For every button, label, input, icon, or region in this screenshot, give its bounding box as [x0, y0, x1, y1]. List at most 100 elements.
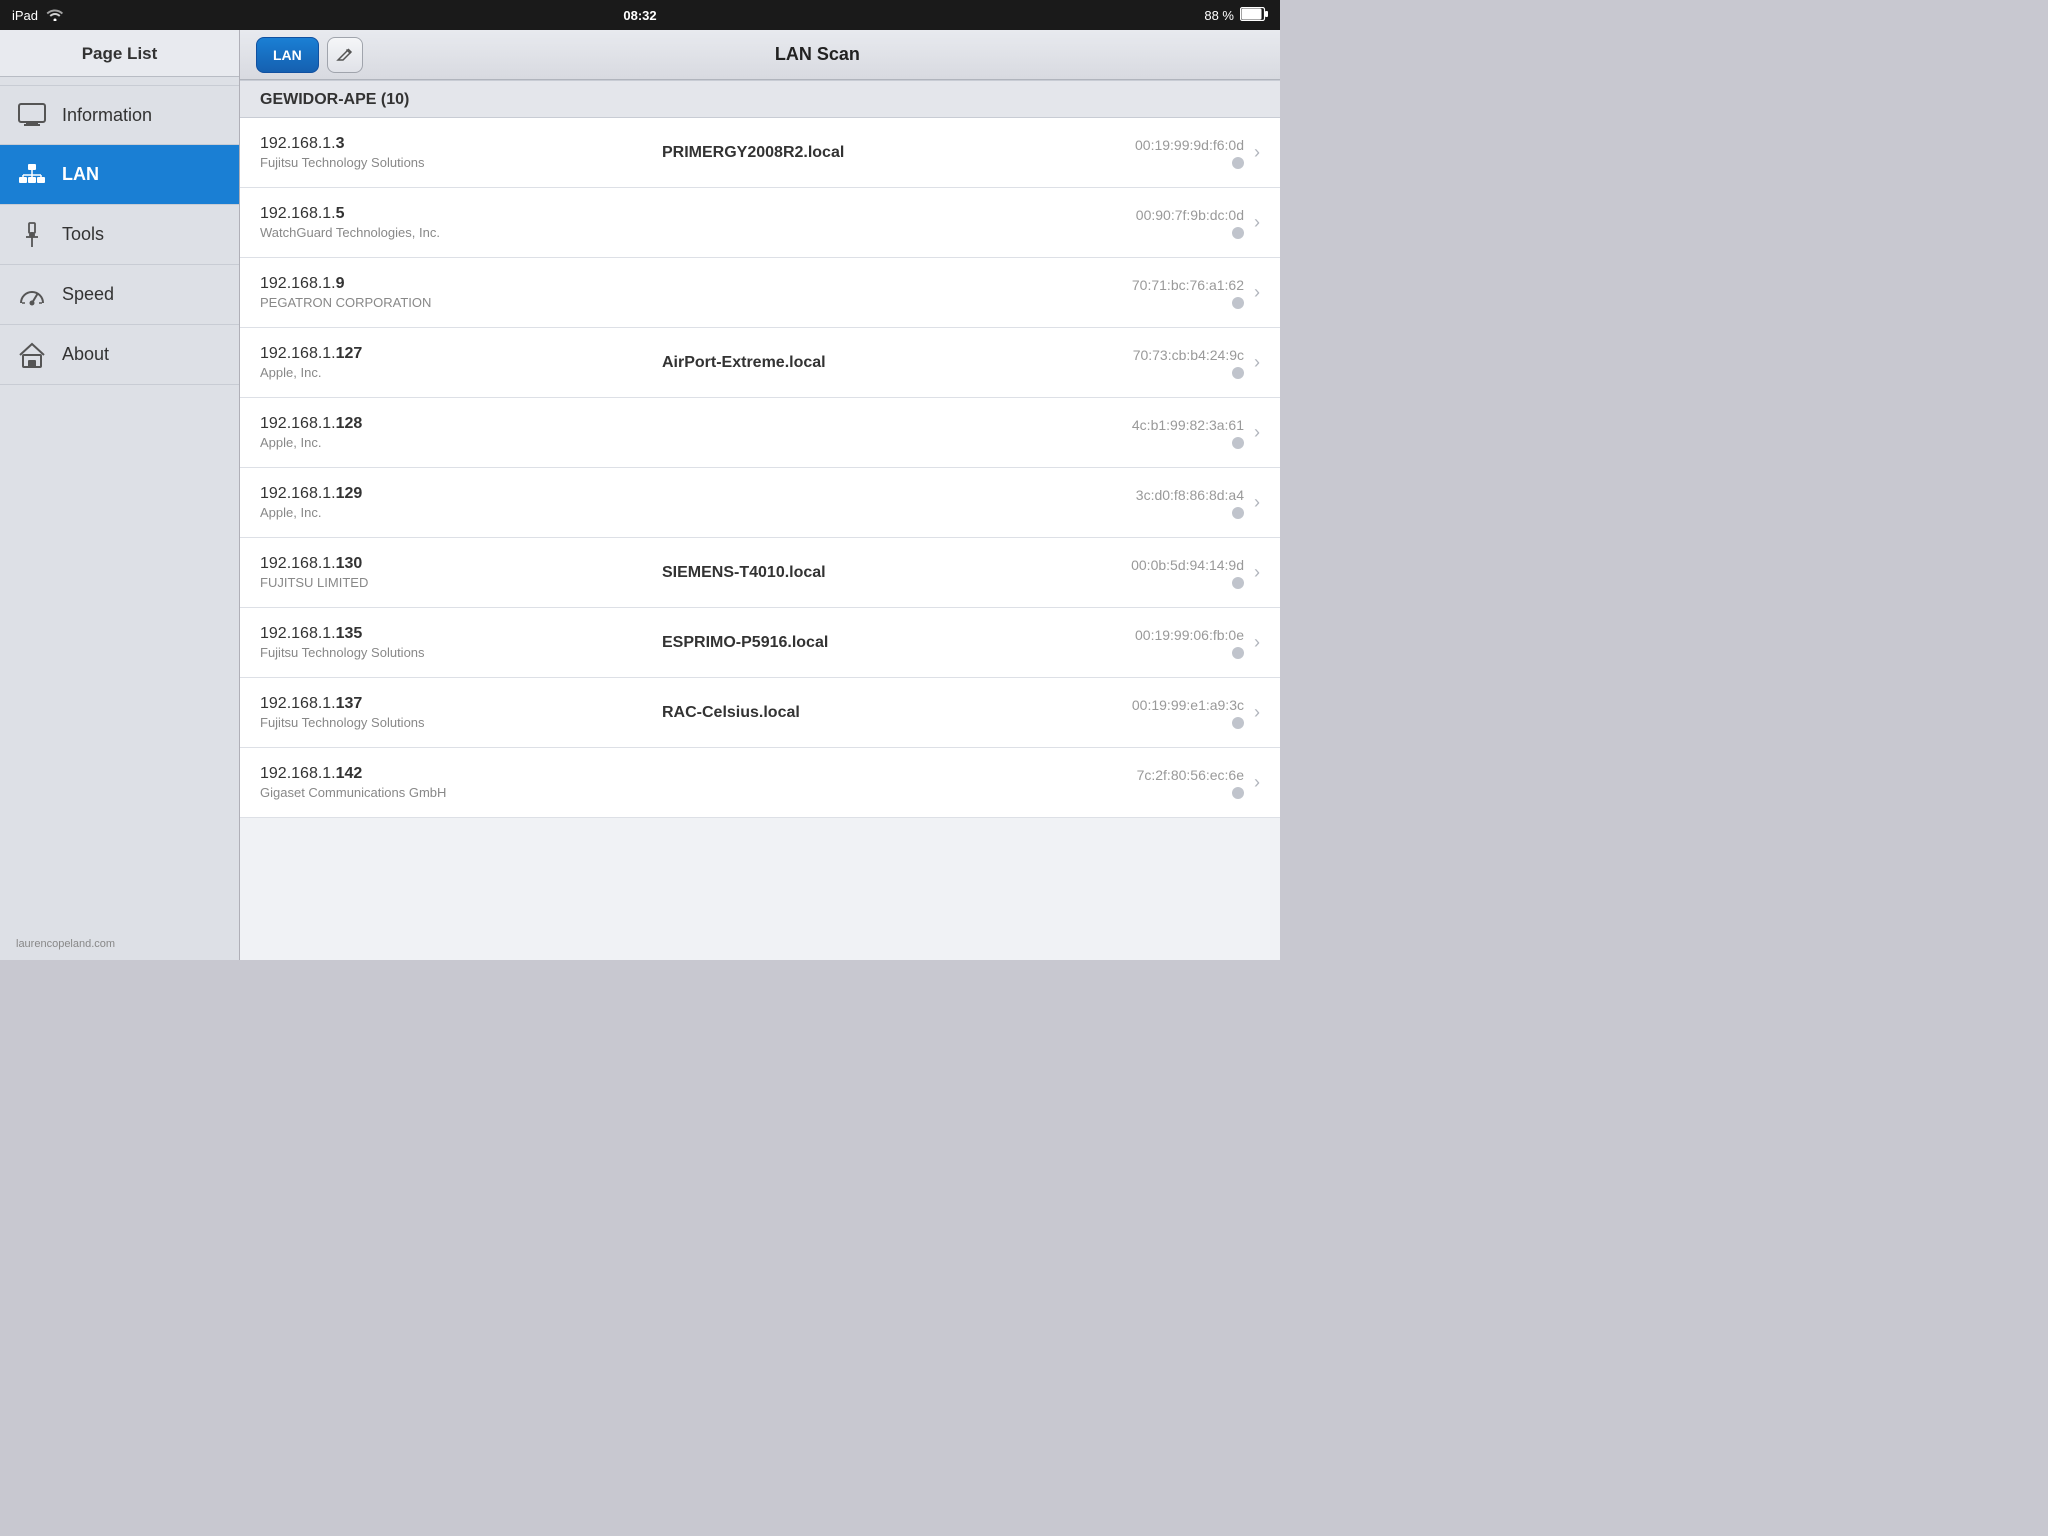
device-list[interactable]: GEWIDOR-APE (10) 192.168.1.3 Fujitsu Tec…	[240, 80, 1280, 960]
table-row[interactable]: 192.168.1.142 Gigaset Communications Gmb…	[240, 748, 1280, 818]
app-container: Page List Information	[0, 30, 1280, 960]
device-mac: 00:19:99:06:fb:0e	[1135, 627, 1244, 643]
device-vendor: WatchGuard Technologies, Inc.	[260, 225, 642, 240]
sidebar-item-about[interactable]: About	[0, 325, 239, 385]
section-header: GEWIDOR-APE (10)	[240, 80, 1280, 118]
status-right: 88 %	[1204, 7, 1268, 24]
device-mac-area: 4c:b1:99:82:3a:61	[1064, 417, 1244, 449]
sidebar-item-speed[interactable]: Speed	[0, 265, 239, 325]
chevron-right-icon: ›	[1254, 772, 1260, 793]
device-status-dot	[1232, 297, 1244, 309]
lan-icon	[16, 159, 48, 191]
toolbar-title: LAN Scan	[371, 44, 1264, 65]
table-row[interactable]: 192.168.1.127 Apple, Inc. AirPort-Extrem…	[240, 328, 1280, 398]
ip-base: 192.168.1.	[260, 275, 336, 292]
ip-base: 192.168.1.	[260, 625, 336, 642]
chevron-right-icon: ›	[1254, 282, 1260, 303]
device-status-dot	[1232, 507, 1244, 519]
device-mac-area: 00:0b:5d:94:14:9d	[1064, 557, 1244, 589]
device-vendor: Apple, Inc.	[260, 365, 642, 380]
device-mac: 70:71:bc:76:a1:62	[1132, 277, 1244, 293]
sidebar-nav: Information L	[0, 77, 239, 928]
ip-end: 9	[336, 275, 345, 292]
device-mac-area: 00:19:99:9d:f6:0d	[1064, 137, 1244, 169]
device-mac: 00:19:99:9d:f6:0d	[1135, 137, 1244, 153]
device-status-dot	[1232, 437, 1244, 449]
device-ip: 192.168.1.135	[260, 625, 642, 643]
chevron-right-icon: ›	[1254, 422, 1260, 443]
device-vendor: Apple, Inc.	[260, 505, 642, 520]
device-vendor: FUJITSU LIMITED	[260, 575, 642, 590]
monitor-icon	[16, 99, 48, 131]
table-row[interactable]: 192.168.1.9 PEGATRON CORPORATION 70:71:b…	[240, 258, 1280, 328]
tools-icon	[16, 219, 48, 251]
edit-button[interactable]	[327, 37, 363, 73]
device-info: 192.168.1.135 Fujitsu Technology Solutio…	[260, 625, 642, 660]
ip-base: 192.168.1.	[260, 345, 336, 362]
device-vendor: Gigaset Communications GmbH	[260, 785, 642, 800]
sidebar-item-lan[interactable]: LAN	[0, 145, 239, 205]
table-row[interactable]: 192.168.1.130 FUJITSU LIMITED SIEMENS-T4…	[240, 538, 1280, 608]
speed-icon	[16, 279, 48, 311]
device-ip: 192.168.1.127	[260, 345, 642, 363]
table-row[interactable]: 192.168.1.128 Apple, Inc. 4c:b1:99:82:3a…	[240, 398, 1280, 468]
sidebar-item-tools[interactable]: Tools	[0, 205, 239, 265]
status-time: 08:32	[623, 8, 656, 23]
ip-end: 137	[336, 695, 363, 712]
status-bar: iPad 08:32 88 %	[0, 0, 1280, 30]
device-ip: 192.168.1.130	[260, 555, 642, 573]
toolbar: LAN LAN Scan	[240, 30, 1280, 80]
device-mac-area: 3c:d0:f8:86:8d:a4	[1064, 487, 1244, 519]
chevron-right-icon: ›	[1254, 702, 1260, 723]
chevron-right-icon: ›	[1254, 492, 1260, 513]
device-info: 192.168.1.5 WatchGuard Technologies, Inc…	[260, 205, 642, 240]
sidebar-item-about-label: About	[62, 344, 109, 365]
device-ip: 192.168.1.129	[260, 485, 642, 503]
sidebar: Page List Information	[0, 30, 240, 960]
table-row[interactable]: 192.168.1.135 Fujitsu Technology Solutio…	[240, 608, 1280, 678]
device-mac: 00:90:7f:9b:dc:0d	[1136, 207, 1244, 223]
table-row[interactable]: 192.168.1.129 Apple, Inc. 3c:d0:f8:86:8d…	[240, 468, 1280, 538]
device-info: 192.168.1.128 Apple, Inc.	[260, 415, 642, 450]
device-rows-container: 192.168.1.3 Fujitsu Technology Solutions…	[240, 118, 1280, 818]
device-mac-area: 00:19:99:06:fb:0e	[1064, 627, 1244, 659]
table-row[interactable]: 192.168.1.3 Fujitsu Technology Solutions…	[240, 118, 1280, 188]
device-ip: 192.168.1.128	[260, 415, 642, 433]
device-hostname: ESPRIMO-P5916.local	[642, 634, 1064, 652]
device-vendor: Apple, Inc.	[260, 435, 642, 450]
ip-end: 127	[336, 345, 363, 362]
device-vendor: PEGATRON CORPORATION	[260, 295, 642, 310]
device-info: 192.168.1.3 Fujitsu Technology Solutions	[260, 135, 642, 170]
device-vendor: Fujitsu Technology Solutions	[260, 155, 642, 170]
ip-end: 3	[336, 135, 345, 152]
table-row[interactable]: 192.168.1.137 Fujitsu Technology Solutio…	[240, 678, 1280, 748]
ip-end: 135	[336, 625, 363, 642]
device-mac: 70:73:cb:b4:24:9c	[1133, 347, 1244, 363]
device-info: 192.168.1.9 PEGATRON CORPORATION	[260, 275, 642, 310]
status-left: iPad	[12, 7, 64, 24]
main-content: LAN LAN Scan GEWIDOR-APE (10) 192.168.1.…	[240, 30, 1280, 960]
device-status-dot	[1232, 787, 1244, 799]
table-row[interactable]: 192.168.1.5 WatchGuard Technologies, Inc…	[240, 188, 1280, 258]
chevron-right-icon: ›	[1254, 212, 1260, 233]
device-ip: 192.168.1.5	[260, 205, 642, 223]
battery-label: 88 %	[1204, 8, 1234, 23]
device-info: 192.168.1.137 Fujitsu Technology Solutio…	[260, 695, 642, 730]
device-status-dot	[1232, 367, 1244, 379]
house-icon	[16, 339, 48, 371]
chevron-right-icon: ›	[1254, 142, 1260, 163]
sidebar-item-speed-label: Speed	[62, 284, 114, 305]
device-hostname: RAC-Celsius.local	[642, 704, 1064, 722]
device-vendor: Fujitsu Technology Solutions	[260, 715, 642, 730]
device-label: iPad	[12, 8, 38, 23]
sidebar-item-information-label: Information	[62, 105, 152, 126]
battery-icon	[1240, 7, 1268, 24]
device-info: 192.168.1.142 Gigaset Communications Gmb…	[260, 765, 642, 800]
ip-end: 5	[336, 205, 345, 222]
sidebar-item-information[interactable]: Information	[0, 85, 239, 145]
lan-button[interactable]: LAN	[256, 37, 319, 73]
ip-base: 192.168.1.	[260, 205, 336, 222]
ip-end: 130	[336, 555, 363, 572]
ip-base: 192.168.1.	[260, 555, 336, 572]
device-info: 192.168.1.129 Apple, Inc.	[260, 485, 642, 520]
